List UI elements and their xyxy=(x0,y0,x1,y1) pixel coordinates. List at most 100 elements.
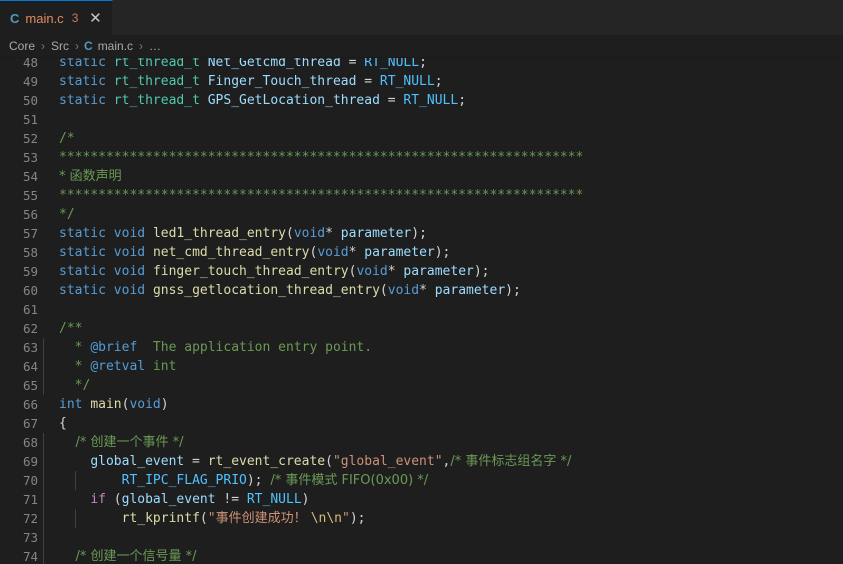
editor-tab-bar: C main.c 3 ✕ xyxy=(0,0,843,35)
token-string: "global_event" xyxy=(332,454,443,469)
token-keyword: static xyxy=(59,58,106,70)
indent-guide xyxy=(75,509,76,528)
token-type: rt_thread_t xyxy=(113,93,200,108)
tab-problem-count-badge: 3 xyxy=(71,11,79,25)
token-constant: RT_NULL xyxy=(403,93,459,108)
indent-guide xyxy=(43,528,44,547)
token-keyword: static xyxy=(59,283,106,298)
code-line: 62 /** xyxy=(0,319,843,338)
close-icon[interactable]: ✕ xyxy=(87,11,103,26)
line-content: * @brief The application entry point. xyxy=(38,338,843,357)
token-variable: global_event xyxy=(121,492,216,507)
code-line: 68 /* 创建一个事件 */ xyxy=(0,433,843,452)
indent-guide xyxy=(43,357,44,376)
code-line: 60 static void gnss_getlocation_thread_e… xyxy=(0,281,843,300)
token-comment: /* 事件模式 FIFO(0x00) */ xyxy=(270,473,429,488)
token-function: rt_kprintf xyxy=(121,511,200,526)
token-keyword: void xyxy=(387,283,420,298)
token-keyword: void xyxy=(113,226,146,241)
code-line: 48 static rt_thread_t Net_Getcmd_thread … xyxy=(0,58,843,72)
token-control-keyword: if xyxy=(90,492,106,507)
code-line: 51 xyxy=(0,110,843,129)
line-number: 73 xyxy=(22,530,38,545)
line-number: 71 xyxy=(22,492,38,507)
indent-guide xyxy=(43,547,44,564)
line-content: int main(void) xyxy=(59,397,169,412)
token-keyword: void xyxy=(129,397,161,412)
indent-guide xyxy=(43,509,44,528)
code-line: 50 static rt_thread_t GPS_GetLocation_th… xyxy=(0,91,843,110)
token-keyword: static xyxy=(59,74,106,89)
token-comment: /* 创建一个事件 */ xyxy=(59,435,184,450)
line-content: /* 创建一个信号量 */ xyxy=(38,547,843,564)
token-constant: RT_NULL xyxy=(246,492,302,507)
token-keyword: static xyxy=(59,226,106,241)
breadcrumb-item-main-c[interactable]: main.c xyxy=(97,39,134,53)
code-line: 72 rt_kprintf("事件创建成功！ \n\n"); xyxy=(0,509,843,528)
line-content: { xyxy=(38,414,843,433)
token-comment: ****************************************… xyxy=(59,150,584,165)
line-content: /* 创建一个事件 */ xyxy=(38,433,843,452)
code-line: 70 RT_IPC_FLAG_PRIO); /* 事件模式 FIFO(0x00)… xyxy=(0,471,843,490)
token-variable: Net_Getcmd_thread xyxy=(207,58,341,70)
code-editor[interactable]: 48 static rt_thread_t Net_Getcmd_thread … xyxy=(0,58,843,564)
line-content: ****************************************… xyxy=(38,148,843,167)
code-line: 49 static rt_thread_t Finger_Touch_threa… xyxy=(0,72,843,91)
line-content: static void gnss_getlocation_thread_entr… xyxy=(59,283,521,298)
token-constant: RT_IPC_FLAG_PRIO xyxy=(121,473,247,488)
line-content: */ xyxy=(38,205,843,224)
token-function: finger_touch_thread_entry xyxy=(152,264,349,279)
line-content: static void finger_touch_thread_entry(vo… xyxy=(59,264,490,279)
token-comment: */ xyxy=(59,378,91,393)
indent-guide xyxy=(43,376,44,395)
token-function: main xyxy=(90,397,122,412)
token-variable: parameter xyxy=(340,226,412,241)
code-line: 58 static void net_cmd_thread_entry(void… xyxy=(0,243,843,262)
breadcrumb-item-symbol[interactable]: … xyxy=(148,39,162,53)
code-line: 59 static void finger_touch_thread_entry… xyxy=(0,262,843,281)
token-brace: { xyxy=(59,416,67,431)
token-keyword: void xyxy=(293,226,326,241)
chevron-right-icon: › xyxy=(75,39,80,53)
line-content: * @retval int xyxy=(38,357,843,376)
code-line: 74 /* 创建一个信号量 */ xyxy=(0,547,843,564)
token-doc-tag: @retval xyxy=(90,359,146,374)
line-number: 69 xyxy=(22,454,38,469)
line-number: 64 xyxy=(22,359,38,374)
line-number: 74 xyxy=(22,549,38,564)
c-file-icon: C xyxy=(10,10,20,26)
code-line: 66 int main(void) xyxy=(0,395,843,414)
indent-guide xyxy=(43,338,44,357)
code-line: 56 */ xyxy=(0,205,843,224)
token-constant: RT_NULL xyxy=(379,74,435,89)
line-content: global_event = rt_event_create("global_e… xyxy=(38,452,843,471)
code-line: 55 *************************************… xyxy=(0,186,843,205)
line-number: 54 xyxy=(22,169,38,184)
indent-guide xyxy=(43,471,44,490)
token-type: rt_thread_t xyxy=(113,58,200,70)
indent-guide xyxy=(75,471,76,490)
line-content: if (global_event != RT_NULL) xyxy=(38,490,843,509)
code-line: 54 * 函数声明 xyxy=(0,167,843,186)
token-function: net_cmd_thread_entry xyxy=(152,245,310,260)
code-line: 65 */ xyxy=(0,376,843,395)
breadcrumb-item-src[interactable]: Src xyxy=(50,39,70,53)
token-comment: /* xyxy=(59,131,75,146)
token-keyword: static xyxy=(59,245,106,260)
line-number: 56 xyxy=(22,207,38,222)
line-content xyxy=(38,528,843,547)
token-comment: */ xyxy=(59,207,75,222)
token-keyword: int xyxy=(59,397,83,412)
token-comment: * xyxy=(59,359,91,374)
token-escape: \n\n xyxy=(310,511,343,526)
token-comment: int xyxy=(145,359,177,374)
token-comment: The application entry point. xyxy=(137,340,373,355)
line-number: 59 xyxy=(22,264,38,279)
breadcrumb-item-core[interactable]: Core xyxy=(8,39,36,53)
tab-main-c[interactable]: C main.c 3 ✕ xyxy=(0,0,114,35)
token-comment: * 函数声明 xyxy=(59,169,122,184)
token-comment: * xyxy=(59,340,91,355)
indent-guide xyxy=(43,452,44,471)
line-number: 53 xyxy=(22,150,38,165)
code-line: 73 xyxy=(0,528,843,547)
